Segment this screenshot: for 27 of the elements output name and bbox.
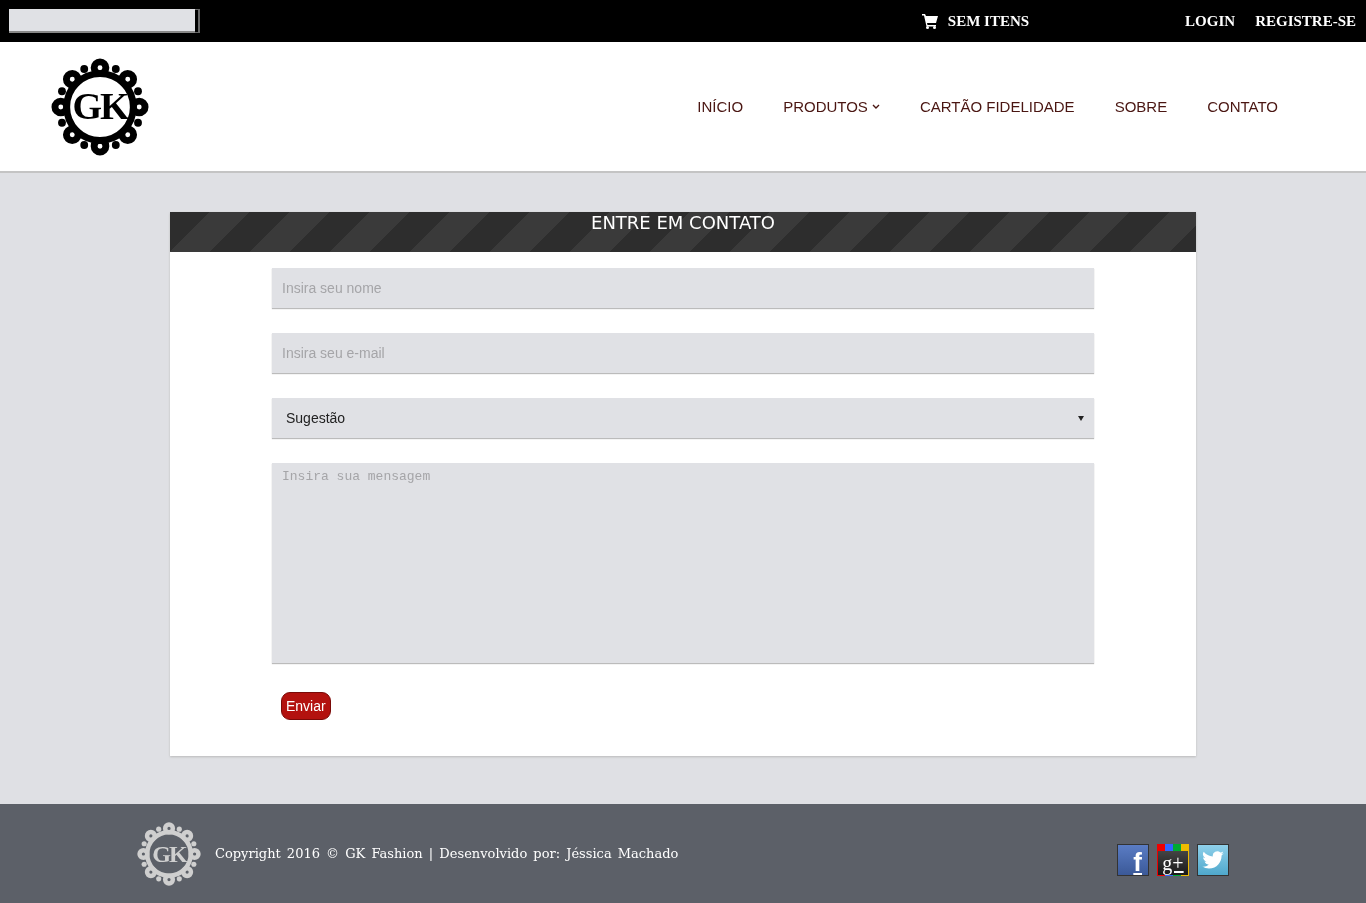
copyright-text: Copyright 2016 © GK Fashion | Desenvolvido por: Jéssica Machado <box>215 846 679 861</box>
search-field[interactable] <box>9 9 195 33</box>
account-link[interactable]: REGISTRE-SE <box>1255 12 1356 30</box>
caret-icon <box>1078 415 1084 421</box>
nav-link[interactable]: CARTÃO FIDELIDADE <box>919 98 1075 115</box>
nav-link[interactable]: SOBRE <box>1114 98 1168 115</box>
ornament-icon <box>51 57 149 156</box>
subject-dropdown[interactable]: Sugestão <box>272 398 1094 438</box>
twitter-link[interactable] <box>1197 843 1229 876</box>
nav-link[interactable]: INÍCIO <box>697 98 744 115</box>
ornament-icon <box>137 821 201 886</box>
logo-text: GK <box>152 841 186 865</box>
nav-link[interactable]: CONTATO <box>1207 98 1278 115</box>
cart-icon <box>921 13 938 29</box>
cart-link[interactable]: SEM ITENS <box>921 12 1030 30</box>
text-field[interactable]: Insira seu nome <box>272 268 1094 308</box>
form-title: ENTRE EM CONTATO <box>170 212 1196 252</box>
logo-text: GK <box>72 86 128 125</box>
submit-button[interactable]: Enviar <box>281 692 331 720</box>
facebook-link[interactable]: f <box>1117 843 1149 876</box>
nav-link[interactable]: PRODUTOS <box>783 98 880 115</box>
message-field[interactable]: Insira sua mensagem <box>272 463 1094 663</box>
caret-icon <box>871 104 880 109</box>
bird-icon <box>1202 850 1224 869</box>
account-link[interactable]: LOGIN <box>1185 12 1236 30</box>
google-plus-link[interactable]: g+ <box>1157 843 1189 876</box>
text-field[interactable]: Insira seu e-mail <box>272 333 1094 373</box>
